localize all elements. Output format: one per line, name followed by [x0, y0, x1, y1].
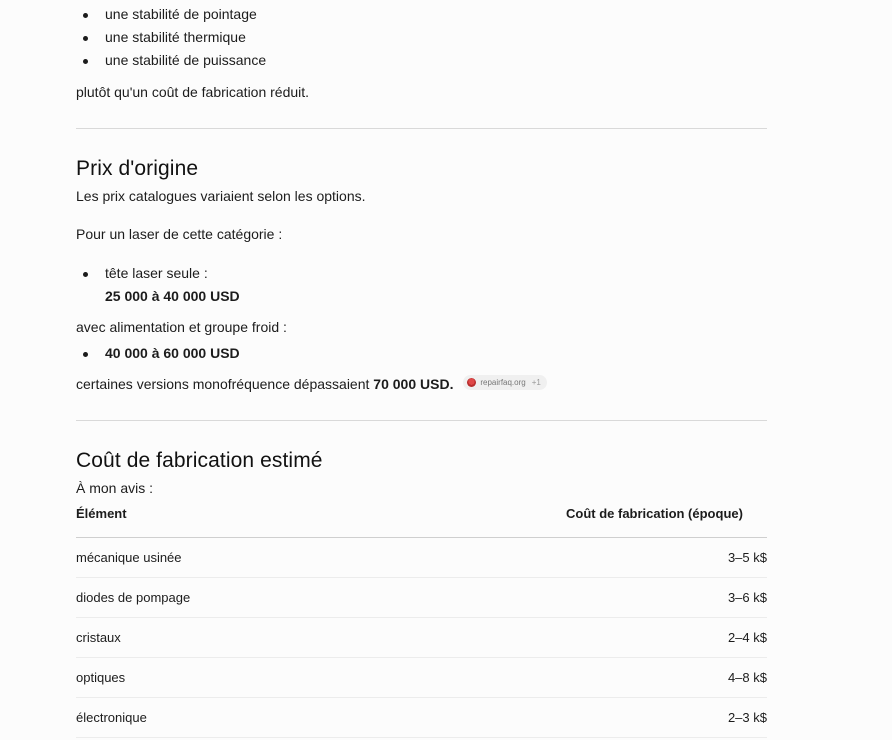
- list-item: une stabilité de pointage: [76, 3, 767, 26]
- cell-element: cristaux: [76, 617, 566, 658]
- cost-table: Élément Coût de fabrication (époque) méc…: [76, 500, 767, 738]
- table-row: optiques 4–8 k$: [76, 657, 767, 698]
- column-header-cost: Coût de fabrication (époque): [566, 500, 767, 538]
- table-row: cristaux 2–4 k$: [76, 617, 767, 658]
- stability-list: une stabilité de pointage une stabilité …: [76, 3, 767, 72]
- source-label: repairfaq.org: [480, 377, 526, 387]
- cell-element: électronique: [76, 697, 566, 738]
- mono-text: certaines versions monofréquence dépassa…: [76, 376, 370, 392]
- site-favicon-icon: [467, 378, 477, 387]
- cell-element: mécanique usinée: [76, 537, 566, 578]
- with-power-price: 40 000 à 60 000 USD: [105, 345, 240, 361]
- with-power-label: avec alimentation et groupe froid :: [76, 319, 287, 335]
- closing-text: plutôt qu'un coût de fabrication réduit.: [76, 84, 310, 100]
- response-content: une stabilité de pointage une stabilité …: [76, 0, 767, 738]
- with-power-list: 40 000 à 60 000 USD: [76, 342, 767, 365]
- cell-cost: 3–5 k$: [566, 537, 767, 578]
- category-intro: Pour un laser de cette catégorie :: [76, 226, 283, 242]
- mono-price: 70 000 USD: [373, 376, 450, 392]
- table-row: mécanique usinée 3–5 k$: [76, 537, 767, 578]
- cout-intro: À mon avis :: [76, 480, 154, 496]
- section-divider: [76, 128, 767, 129]
- section-heading-cout: Coût de fabrication estimé: [76, 449, 323, 472]
- cell-element: diodes de pompage: [76, 577, 566, 618]
- section-heading-prix: Prix d'origine: [76, 157, 199, 180]
- cell-cost: 2–4 k$: [566, 617, 767, 658]
- page: une stabilité de pointage une stabilité …: [0, 0, 892, 740]
- list-item: une stabilité thermique: [76, 26, 767, 49]
- source-count: +1: [531, 377, 541, 387]
- cell-cost: 2–3 k$: [566, 697, 767, 738]
- mono-period: .: [449, 376, 454, 392]
- list-item: 40 000 à 60 000 USD: [76, 342, 767, 365]
- head-only-price: 25 000 à 40 000 USD: [105, 288, 240, 304]
- cell-cost: 4–8 k$: [566, 657, 767, 698]
- mono-sentence: certaines versions monofréquence dépassa…: [76, 374, 767, 394]
- section-divider: [76, 420, 767, 421]
- table-row: électronique 2–3 k$: [76, 697, 767, 738]
- prix-intro: Les prix catalogues variaient selon les …: [76, 188, 366, 204]
- list-item: tête laser seule : 25 000 à 40 000 USD: [76, 262, 767, 308]
- cell-element: optiques: [76, 657, 566, 698]
- table-header-row: Élément Coût de fabrication (époque): [76, 500, 767, 538]
- list-item: une stabilité de puissance: [76, 49, 767, 72]
- column-header-element: Élément: [76, 500, 566, 538]
- cell-cost: 3–6 k$: [566, 577, 767, 618]
- table-row: diodes de pompage 3–6 k$: [76, 577, 767, 618]
- source-citation-chip[interactable]: repairfaq.org +1: [463, 375, 547, 390]
- head-only-list: tête laser seule : 25 000 à 40 000 USD: [76, 262, 767, 308]
- head-only-label: tête laser seule :: [105, 265, 208, 281]
